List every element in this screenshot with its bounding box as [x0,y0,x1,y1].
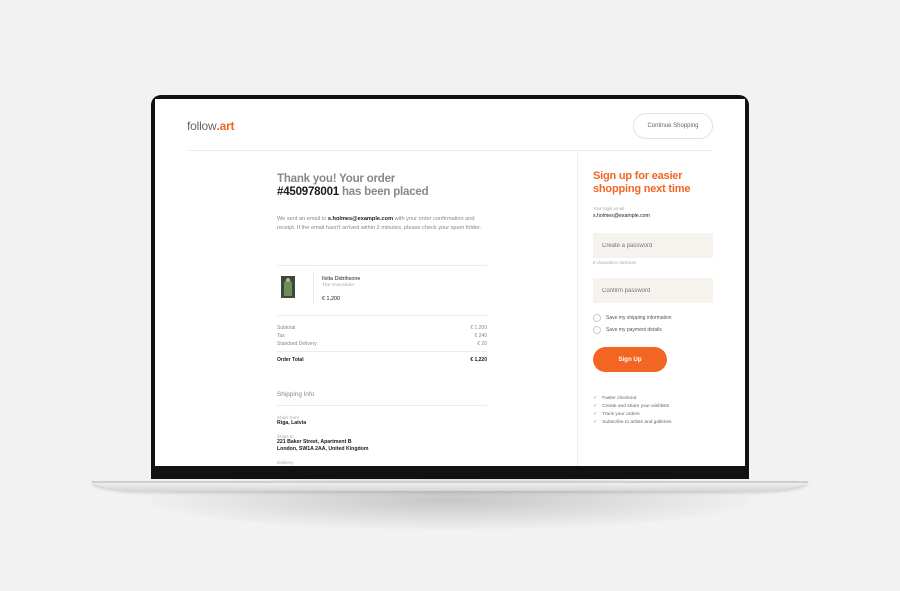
divider [277,351,487,352]
laptop-screen: follow.art Continue Shopping Thank you! … [155,99,745,467]
summary-value: € 240 [474,333,487,339]
login-email-value: s.holmes@example.com [593,213,650,219]
perk-item: ✓ Create and share your wishlists [593,403,669,409]
summary-value: € 20 [477,341,487,347]
save-shipping-checkbox[interactable]: Save my shipping information [593,314,672,322]
ships-to-line-1: 221 Baker Street, Apartment B [277,439,352,445]
ships-from-value: Riga, Latvia [277,420,307,426]
artwork-figure [284,280,292,296]
divider [277,315,487,316]
checkbox-label: Save my shipping information [606,315,672,321]
divider [277,265,487,266]
check-icon: ✓ [593,395,598,401]
check-icon: ✓ [593,403,598,409]
intro-text: We sent an email to [277,216,328,222]
screen-bezel-bottom [151,466,749,479]
password-hint: 8 characters minimum [593,260,637,265]
confirmation-message: We sent an email to s.holmes@example.com… [277,215,487,232]
checkbox-icon[interactable] [593,314,601,322]
logo[interactable]: follow.art [187,119,235,133]
laptop-base [92,481,808,491]
perk-label: Create and share your wishlists [602,403,670,409]
summary-label: Tax [277,333,285,339]
signup-panel: Sign up for easier shopping next time [593,170,717,195]
perk-label: Track your orders [602,411,640,417]
check-icon: ✓ [593,411,598,417]
continue-shopping-button[interactable]: Continue Shopping [633,113,713,139]
order-confirmation: Thank you! Your order #450978001 has bee… [277,173,487,232]
logo-text: follow [187,119,217,133]
summary-row: Tax € 240 [277,333,487,339]
perk-label: Faster checkout [602,395,637,401]
item-title: The Overadder [322,283,355,288]
signup-title: Sign up for easier shopping next time [593,170,717,195]
sign-up-button[interactable]: Sign Up [593,347,667,372]
save-payment-checkbox[interactable]: Save my payment details [593,326,662,334]
summary-label: Standard Delivery [277,341,317,347]
item-price: € 1,200 [322,296,340,302]
perk-item: ✓ Track your orders [593,411,640,417]
summary-label: Subtotal [277,325,296,331]
perk-item: ✓ Faster checkout [593,395,636,401]
intro-email: s.holmes@example.com [327,216,394,222]
checkbox-label: Save my payment details [606,327,662,333]
item-divider [313,271,314,305]
checkbox-icon[interactable] [593,326,601,334]
title-rest: has been placed [338,185,429,198]
divider [277,405,487,406]
signup-title-line-1: Sign up for easier [593,170,683,182]
summary-value: € 1,200 [470,325,487,331]
check-icon: ✓ [593,419,598,425]
summary-row: Subtotal € 1,200 [277,325,487,331]
order-total-row: Order Total € 1,220 [277,357,487,363]
order-number: #450978001 [277,185,339,198]
logo-accent: .art [216,119,235,133]
total-label: Order Total [277,357,304,363]
confirm-password-field[interactable] [593,278,713,303]
column-divider [577,153,578,467]
title-line-1: Thank you! Your order [277,173,396,185]
laptop-frame: follow.art Continue Shopping Thank you! … [151,95,749,479]
total-value: € 1,220 [470,357,487,363]
signup-title-line-2: shopping next time [593,182,691,195]
delivery-label: Delivery [277,460,294,465]
header-divider [187,150,713,151]
artwork-head [286,278,290,282]
summary-row: Standard Delivery € 20 [277,341,487,347]
ships-to-line-2: London, SW1A 2AA, United Kingdom [277,446,369,452]
item-artist[interactable]: Ilvita Didrihsone [322,276,360,282]
perk-label: Subscribe to artists and galleries [602,419,672,425]
shipping-info-title: Shipping Info [277,391,315,398]
laptop-shadow [150,470,750,530]
login-email-label: Your login email [593,206,625,211]
create-password-field[interactable] [593,233,713,258]
artwork-thumbnail[interactable] [281,276,295,298]
page-title: Thank you! Your order #450978001 has bee… [277,173,487,198]
perk-item: ✓ Subscribe to artists and galleries [593,419,672,425]
